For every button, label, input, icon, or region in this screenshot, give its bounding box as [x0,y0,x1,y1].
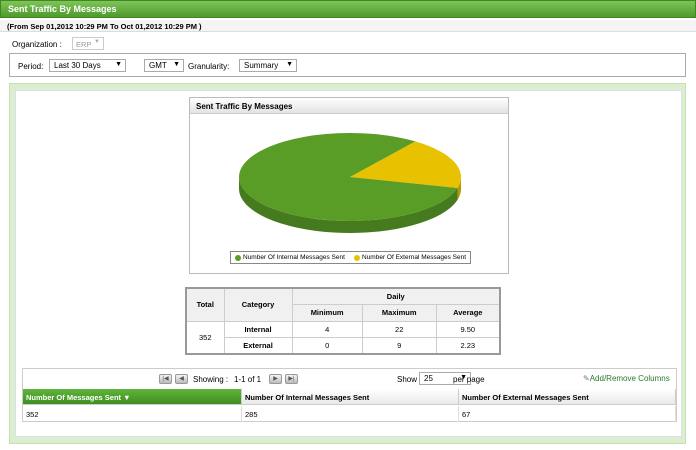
edit-icon: ✎ [583,374,590,383]
organization-select[interactable]: ERP ▼ [72,37,104,50]
legend-external-label: Number Of External Messages Sent [362,254,467,261]
granularity-label: Granularity: [188,62,230,71]
stats-min: 4 [291,320,363,338]
panel-titlebar: Sent Traffic By Messages [0,0,696,18]
stats-header-total: Total [185,287,225,322]
chevron-down-icon: ▼ [115,61,122,68]
chart-title: Sent Traffic By Messages [196,102,293,111]
stats-header-daily: Daily [291,287,501,305]
grid-cell: 67 [459,406,676,422]
first-page-icon[interactable]: |◀ [159,374,172,384]
period-label: Period: [18,62,44,71]
per-page-value: 25 [424,374,433,383]
legend-external-swatch [354,255,360,261]
pager-bar: |◀ ◀ Showing : 1-1 of 1 ▶ ▶| Show 25 ▼ p… [23,369,676,389]
organization-label: Organization : [12,40,62,49]
sort-desc-icon: ▼ [123,393,131,402]
chevron-down-icon: ▼ [94,39,100,45]
chevron-down-icon: ▼ [286,61,293,68]
stats-header-max: Maximum [361,304,437,322]
column-header-label: Number Of External Messages Sent [462,393,589,402]
stats-header-min: Minimum [291,304,363,322]
column-header-messages-sent[interactable]: Number Of Messages Sent ▼ [23,389,242,405]
chart-panel: Sent Traffic By Messages Number Of Inter… [189,97,509,274]
grid-cell: 352 [23,406,242,422]
column-header-label: Number Of Messages Sent [26,393,122,402]
next-page-icon[interactable]: ▶ [269,374,282,384]
add-remove-columns-label: Add/Remove Columns [589,374,670,383]
period-select[interactable]: Last 30 Days ▼ [49,59,126,72]
chevron-down-icon: ▼ [173,61,180,68]
date-range: (From Sep 01,2012 10:29 PM To Oct 01,201… [7,22,202,31]
pie-chart [239,133,461,234]
stats-table: Total Category Daily Minimum Maximum Ave… [185,287,501,355]
showing-label: Showing : [193,375,229,384]
timezone-value: GMT [149,61,167,70]
granularity-select[interactable]: Summary ▼ [239,59,297,72]
stats-total: 352 [185,320,225,355]
panel-title: Sent Traffic By Messages [8,4,117,14]
add-remove-columns-link[interactable]: ✎Add/Remove Columns [583,374,670,383]
showing-range: 1-1 of 1 [234,375,262,384]
legend-internal-swatch [235,255,241,261]
granularity-value: Summary [244,61,279,70]
stats-max: 9 [361,337,437,355]
stats-avg: 9.50 [435,320,501,338]
column-header-label: Number Of Internal Messages Sent [245,393,370,402]
chart-title-bar: Sent Traffic By Messages [190,98,508,114]
column-header-external[interactable]: Number Of External Messages Sent [459,389,676,405]
period-value: Last 30 Days [54,61,101,70]
data-grid: |◀ ◀ Showing : 1-1 of 1 ▶ ▶| Show 25 ▼ p… [22,368,677,422]
filter-bar: Period: Last 30 Days ▼ GMT ▼ Granularity… [9,53,686,77]
stats-header-category: Category [223,287,293,322]
stats-category: Internal [223,320,293,338]
grid-cell: 285 [242,406,459,422]
chart-legend: Number Of Internal Messages Sent Number … [230,251,471,264]
stats-min: 0 [291,337,363,355]
stats-avg: 2.23 [435,337,501,355]
timezone-select[interactable]: GMT ▼ [144,59,184,72]
per-page-label: per page [453,375,485,384]
prev-page-icon[interactable]: ◀ [175,374,188,384]
last-page-icon[interactable]: ▶| [285,374,298,384]
show-label: Show [397,375,418,384]
stats-header-avg: Average [435,304,501,322]
organization-value: ERP [76,40,92,49]
column-header-internal[interactable]: Number Of Internal Messages Sent [242,389,459,405]
stats-category: External [223,337,293,355]
legend-internal-label: Number Of Internal Messages Sent [243,254,345,261]
stats-max: 22 [361,320,437,338]
